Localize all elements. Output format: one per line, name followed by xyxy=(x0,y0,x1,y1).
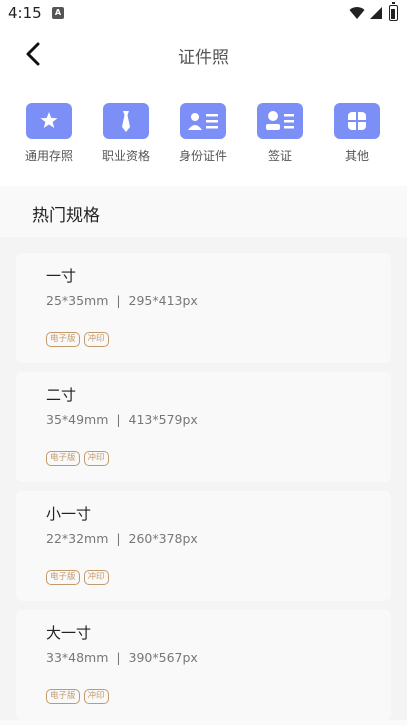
tag-group: 电子版 冲印 xyxy=(46,570,113,589)
tag-digital: 电子版 xyxy=(46,689,80,704)
tag-print: 冲印 xyxy=(83,451,109,466)
id-card-icon xyxy=(180,103,226,139)
category-label: 通用存照 xyxy=(24,149,73,163)
category-row: 通用存照 职业资格 身份证件 签证 其他 xyxy=(0,80,407,186)
spec-size: 33*48mm | 390*567px xyxy=(46,650,198,665)
spec-card[interactable]: 小一寸 22*32mm | 260*378px 电子版 冲印 xyxy=(16,491,391,601)
spec-size: 35*49mm | 413*579px xyxy=(46,412,198,427)
tag-print: 冲印 xyxy=(83,332,109,347)
notification-icon: A xyxy=(52,7,64,19)
top-app-bar: 证件照 xyxy=(0,28,407,80)
spec-size: 22*32mm | 260*378px xyxy=(46,531,198,546)
section-title: 热门规格 xyxy=(32,206,100,226)
tie-icon xyxy=(103,103,149,139)
tag-digital: 电子版 xyxy=(46,332,80,347)
spec-name: 一寸 xyxy=(46,267,77,285)
status-time: 4:15 xyxy=(8,4,42,22)
more-grid-icon xyxy=(334,103,380,139)
section-header: 热门规格 xyxy=(0,186,407,237)
spec-card[interactable]: 二寸 35*49mm | 413*579px 电子版 冲印 xyxy=(16,372,391,482)
tag-group: 电子版 冲印 xyxy=(46,451,113,470)
spec-card[interactable]: 一寸 25*35mm | 295*413px 电子版 冲印 xyxy=(16,253,391,363)
star-icon xyxy=(26,103,72,139)
category-visa[interactable]: 签证 xyxy=(240,103,320,164)
category-professional[interactable]: 职业资格 xyxy=(86,103,166,164)
category-label: 签证 xyxy=(267,149,292,163)
status-bar: 4:15 A xyxy=(0,0,407,28)
spec-name: 大一寸 xyxy=(46,624,92,642)
tag-print: 冲印 xyxy=(83,689,109,704)
spec-name: 小一寸 xyxy=(46,505,92,523)
tag-digital: 电子版 xyxy=(46,570,80,585)
category-label: 身份证件 xyxy=(178,149,227,163)
spec-size: 25*35mm | 295*413px xyxy=(46,293,198,308)
page-title: 证件照 xyxy=(178,48,229,68)
wifi-icon xyxy=(349,7,365,20)
category-id-docs[interactable]: 身份证件 xyxy=(163,103,243,164)
visa-icon xyxy=(257,103,303,139)
bottom-edge xyxy=(0,720,407,725)
spec-card[interactable]: 大一寸 33*48mm | 390*567px 电子版 冲印 xyxy=(16,610,391,720)
category-other[interactable]: 其他 xyxy=(317,103,397,164)
signal-icon xyxy=(370,7,382,19)
tag-group: 电子版 冲印 xyxy=(46,332,113,351)
battery-icon xyxy=(389,2,398,21)
category-general[interactable]: 通用存照 xyxy=(9,103,89,164)
tag-group: 电子版 冲印 xyxy=(46,689,113,708)
tag-digital: 电子版 xyxy=(46,451,80,466)
spec-name: 二寸 xyxy=(46,386,77,404)
category-label: 其他 xyxy=(344,149,369,163)
tag-print: 冲印 xyxy=(83,570,109,585)
category-label: 职业资格 xyxy=(101,149,150,163)
